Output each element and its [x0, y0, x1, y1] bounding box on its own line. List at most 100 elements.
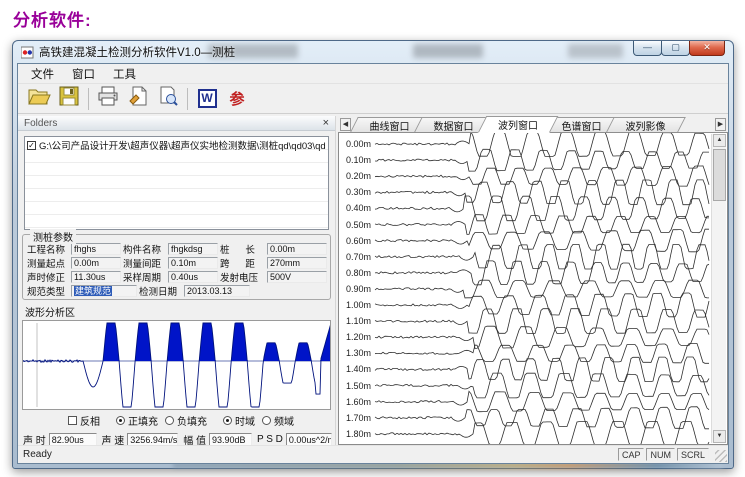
group-title: 测桩参数 [30, 229, 76, 244]
save-icon [58, 85, 80, 112]
param-icon: 参 [229, 88, 244, 109]
toolbar-separator [187, 88, 188, 110]
tab-label: 波列影像 [626, 118, 666, 133]
scrollbar-thumb[interactable] [713, 149, 726, 201]
word-report-button[interactable]: W [192, 86, 222, 112]
waveform-analysis-box[interactable] [22, 320, 331, 410]
save-button[interactable] [54, 86, 84, 112]
status-indicator-cap: CAP [618, 448, 645, 461]
left-panel: Folders × ✓G:\公司产品设计开发\超声仪器\超声仪实地检测数据\测桩… [18, 116, 336, 445]
wave-controls: 反相 正填充 负填充 时域 [18, 413, 335, 428]
param-label: 采样周期 [121, 270, 168, 284]
resize-grip[interactable] [715, 450, 727, 462]
tab-scroll-right-icon[interactable]: ▶ [715, 118, 726, 131]
radio-icon [116, 416, 125, 425]
psd-label: P S D [257, 434, 283, 445]
param-field: 建筑规范 [71, 285, 137, 297]
close-panel-icon[interactable]: × [323, 118, 329, 128]
time-domain-radio[interactable]: 时域 [223, 413, 255, 428]
checkbox-icon [68, 416, 77, 425]
param-row: 规范类型建筑规范检测日期2013.03.13 [25, 284, 327, 298]
analysis-waveform [23, 321, 331, 409]
param-label: 构件名称 [121, 242, 168, 256]
param-field: 0.00m [71, 257, 121, 269]
wave-list-panel[interactable]: ▲ ▼ 0.00m0.10m0.20m0.30m0.40m0.50m0.60m0… [338, 133, 728, 445]
page-heading: 分析软件: [13, 6, 92, 31]
app-icon [21, 46, 34, 59]
param-label: 工程名称 [25, 242, 71, 256]
param-row: 测量起点0.00m测量间距0.10m跨 距270mm [25, 256, 327, 270]
parameters-button[interactable]: 参 [222, 86, 252, 112]
print-button[interactable] [93, 86, 123, 112]
folders-caption: Folders × [18, 116, 335, 131]
glass-blur [413, 44, 483, 58]
scroll-up-icon[interactable]: ▲ [713, 134, 726, 147]
status-indicator-num: NUM [646, 448, 675, 461]
status-indicator-scrl: SCRL [677, 448, 709, 461]
invert-checkbox[interactable]: 反相 [68, 413, 100, 428]
param-field: fhghs [71, 243, 121, 255]
print-icon [96, 85, 120, 112]
tab-波列影像[interactable]: 波列影像 [606, 117, 686, 132]
open-button[interactable] [24, 86, 54, 112]
selected-text: 建筑规范 [74, 286, 112, 296]
export-icon [127, 85, 149, 112]
radio-icon [262, 416, 271, 425]
tab-strip: ◀ ▶ 曲线窗口数据窗口波列窗口色谱窗口波列影像 [338, 116, 728, 133]
tab-label: 波列窗口 [498, 117, 538, 132]
wave-area-title: 波形分析区 [25, 304, 335, 319]
folder-list-item[interactable]: ✓G:\公司产品设计开发\超声仪器\超声仪实地检测数据\测桩qd\qd03\qd… [27, 139, 326, 151]
menu-item-0[interactable]: 文件 [22, 64, 63, 84]
param-field: fhgkdsg [168, 243, 218, 255]
wave-list-traces [339, 133, 712, 445]
word-icon: W [198, 89, 217, 108]
param-field: 500V [267, 271, 327, 283]
file-listbox[interactable]: ✓G:\公司产品设计开发\超声仪器\超声仪实地检测数据\测桩qd\qd03\qd… [24, 136, 329, 230]
open-icon [27, 85, 51, 112]
param-label: 发射电压 [218, 270, 267, 284]
param-field: 0.10m [168, 257, 218, 269]
pile-params-group: 测桩参数 工程名称fhghs构件名称fhgkdsg桩 长0.00m测量起点0.0… [22, 234, 331, 300]
param-label: 跨 距 [218, 256, 267, 270]
folders-title: Folders [24, 118, 57, 129]
print-preview-button[interactable] [153, 86, 183, 112]
menu-item-1[interactable]: 窗口 [63, 64, 104, 84]
title-bar[interactable]: 高铁建混凝土检测分析软件V1.0—测桩 [13, 41, 733, 63]
param-field: 0.40us [168, 271, 218, 283]
close-button[interactable]: ✕ [689, 41, 725, 56]
status-text: Ready [23, 449, 52, 460]
menu-bar: 文件窗口工具 [18, 64, 728, 84]
param-field: 0.00m [267, 243, 327, 255]
param-label: 测量间距 [121, 256, 168, 270]
menu-item-2[interactable]: 工具 [104, 64, 145, 84]
radio-icon [165, 416, 174, 425]
param-field: 270mm [267, 257, 327, 269]
freq-domain-radio[interactable]: 频域 [262, 413, 294, 428]
param-label: 规范类型 [25, 284, 71, 298]
tab-波列窗口[interactable]: 波列窗口 [478, 116, 559, 133]
param-field: 2013.03.13 [184, 285, 250, 297]
param-label: 桩 长 [218, 242, 267, 256]
maximize-button[interactable]: ▢ [661, 41, 690, 56]
glass-blur [568, 44, 623, 58]
status-bar: Ready CAPNUMSCRL [18, 445, 728, 463]
fill-positive-radio[interactable]: 正填充 [116, 413, 158, 428]
toolbar: W参 [18, 84, 728, 114]
minimize-button[interactable]: — [633, 41, 662, 56]
param-row: 声时修正11.30us采样周期0.40us发射电压500V [25, 270, 327, 284]
checkbox-icon[interactable]: ✓ [27, 141, 36, 150]
scroll-down-icon[interactable]: ▼ [713, 430, 726, 443]
param-field: 11.30us [71, 271, 121, 283]
export-button[interactable] [123, 86, 153, 112]
tab-scroll-left-icon[interactable]: ◀ [340, 118, 351, 131]
fill-negative-radio[interactable]: 负填充 [165, 413, 207, 428]
vertical-scrollbar[interactable]: ▲ ▼ [711, 134, 726, 443]
folder-item-label: G:\公司产品设计开发\超声仪器\超声仪实地检测数据\测桩qd\qd03\qd0… [39, 139, 326, 151]
right-panel: ◀ ▶ 曲线窗口数据窗口波列窗口色谱窗口波列影像 ▲ ▼ 0.00m0.10m0… [338, 116, 728, 445]
param-label: 声时修正 [25, 270, 71, 284]
client-area: 文件窗口工具 W参 Folders × ✓G:\公司产品设计开发\超声仪器\超声… [17, 63, 729, 464]
tab-label: 曲线窗口 [370, 118, 410, 133]
toolbar-separator [88, 88, 89, 110]
print-preview-icon [157, 85, 179, 112]
param-label: 测量起点 [25, 256, 71, 270]
